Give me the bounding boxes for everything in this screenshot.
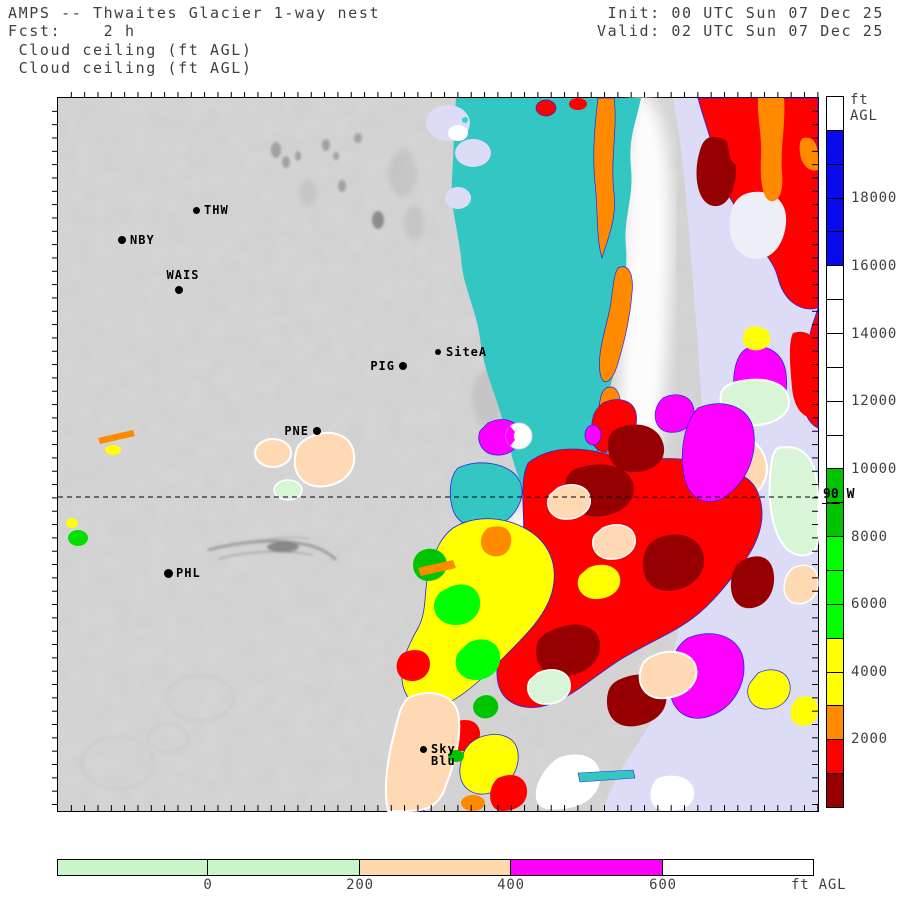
- station-dot: [419, 745, 427, 753]
- colorbar-cell: [827, 130, 843, 165]
- bottom-colorbar-tick-label: 400: [497, 877, 525, 893]
- valid-time: Valid: 02 UTC Sun 07 Dec 25: [596, 22, 884, 40]
- colorbar-cell: [827, 774, 843, 808]
- station-label: PHL: [176, 566, 201, 580]
- station-dot: [192, 206, 200, 214]
- colorbar-cell: [827, 300, 843, 335]
- meridian-hemisphere: W: [846, 487, 855, 502]
- meridian-90w-label: 90 W: [822, 487, 854, 504]
- colorbar-cell: [827, 604, 843, 639]
- colorbar-tick-label: 4000: [851, 663, 888, 680]
- right-colorbar: [826, 96, 844, 808]
- station-dot: [399, 362, 407, 370]
- colorbar-tick-label: 16000: [851, 258, 898, 275]
- colorbar-cell: [827, 334, 843, 368]
- bottom-colorbar-segment: [511, 860, 663, 875]
- right-colorbar-unit: ft AGL: [850, 92, 878, 124]
- bottom-colorbar-tick-label: 200: [346, 877, 374, 893]
- amps-forecast-figure: AMPS -- Thwaites Glacier 1-way nest Fcst…: [0, 0, 900, 900]
- meridian-degree: 90: [822, 487, 840, 504]
- station-label: PNE: [284, 424, 309, 438]
- bottom-colorbar-tick-label: 0: [203, 877, 213, 893]
- colorbar-cell: [827, 706, 843, 741]
- colorbar-cell: [827, 503, 843, 538]
- station-dot: [435, 349, 441, 355]
- colorbar-cell: [827, 198, 843, 233]
- map-frame: THW NBY WAIS SiteA PIG PNE PHL Sky Blu: [52, 88, 819, 813]
- field-label-1: Cloud ceiling (ft AGL): [8, 41, 253, 59]
- station-label: WAIS: [166, 268, 200, 282]
- bottom-colorbar-segment: [58, 860, 208, 875]
- station-label: SiteA: [446, 345, 488, 359]
- init-time: Init: 00 UTC Sun 07 Dec 25: [607, 4, 884, 22]
- colorbar-cell: [827, 672, 843, 707]
- colorbar-cell: [827, 740, 843, 775]
- station-label: THW: [204, 203, 229, 217]
- page-title: AMPS -- Thwaites Glacier 1-way nest: [8, 4, 381, 22]
- colorbar-tick-label: 2000: [851, 731, 888, 748]
- station-dot: [118, 236, 126, 244]
- bottom-colorbar-segment: [663, 860, 813, 875]
- colorbar-tick-label: 18000: [851, 190, 898, 207]
- station-label: PIG: [370, 359, 395, 373]
- colorbar-cell: [827, 435, 843, 470]
- station-label: NBY: [130, 233, 155, 247]
- station-label: Sky Blu: [431, 742, 456, 768]
- colorbar-tick-label: 8000: [851, 528, 888, 545]
- bottom-colorbar-tick-label: 600: [649, 877, 677, 893]
- colorbar-tick-label: 10000: [851, 460, 898, 477]
- bottom-colorbar-unit: ft AGL: [791, 877, 847, 893]
- colorbar-cell: [827, 367, 843, 402]
- forecast-hour: Fcst: 2 h: [8, 22, 136, 40]
- bottom-colorbar-segment: [360, 860, 511, 875]
- colorbar-cell: [827, 232, 843, 267]
- stations-layer: THW NBY WAIS SiteA PIG PNE PHL Sky Blu: [58, 98, 818, 811]
- colorbar-tick-label: 14000: [851, 325, 898, 342]
- colorbar-tick-label: 6000: [851, 596, 888, 613]
- station-dot: [313, 427, 321, 435]
- field-label-2: Cloud ceiling (ft AGL): [8, 59, 253, 77]
- colorbar-cell: [827, 266, 843, 301]
- station-dot: [163, 568, 173, 578]
- bottom-colorbar: [57, 859, 814, 876]
- colorbar-cell: [827, 164, 843, 199]
- bottom-colorbar-segment: [208, 860, 360, 875]
- colorbar-cell: [827, 537, 843, 572]
- colorbar-tick-label: 12000: [851, 393, 898, 410]
- station-dot: [175, 286, 183, 294]
- colorbar-cell: [827, 401, 843, 436]
- colorbar-cell: [827, 638, 843, 673]
- colorbar-cell: [827, 571, 843, 605]
- colorbar-cell: [827, 97, 843, 131]
